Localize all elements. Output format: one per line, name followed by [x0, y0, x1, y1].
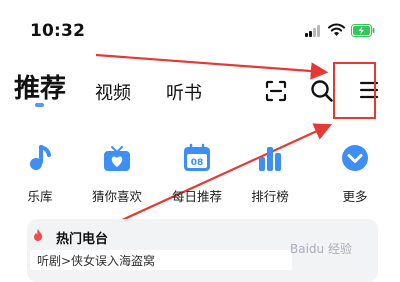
hot-radio-item-label: 听剧>侠女误入海盗窝 [37, 254, 156, 268]
category-more[interactable]: 更多 [325, 143, 385, 205]
fire-icon [34, 229, 43, 241]
tab-audiobook[interactable]: 听书 [166, 79, 202, 105]
battery-charging-icon [351, 24, 375, 37]
category-music-library[interactable]: 乐库 [10, 143, 70, 205]
tab-video[interactable]: 视频 [95, 79, 131, 105]
category-label: 更多 [342, 189, 368, 204]
search-icon[interactable] [310, 79, 334, 103]
heart-tv-icon [104, 146, 130, 171]
annotation-highlight-box [333, 62, 376, 119]
category-label: 猜你喜欢 [91, 189, 142, 204]
hot-radio-title: 热门电台 [56, 232, 109, 247]
watermark: Baidu 经验 [290, 242, 352, 256]
calendar-date-label: 08 [191, 158, 204, 168]
chevron-down-circle-icon [342, 145, 368, 171]
status-time: 10:32 [30, 21, 86, 41]
scan-icon[interactable] [265, 80, 287, 102]
category-label: 排行榜 [251, 189, 289, 204]
bar-chart-icon [259, 147, 281, 171]
wifi-icon [328, 23, 345, 36]
music-note-icon [30, 145, 51, 170]
category-charts[interactable]: 排行榜 [240, 143, 300, 205]
calendar-icon: 08 [184, 143, 210, 171]
tab-recommend[interactable]: 推荐 [14, 68, 66, 105]
category-label: 乐库 [27, 189, 53, 204]
category-label: 每日推荐 [171, 189, 222, 204]
category-daily-recommend[interactable]: 08 每日推荐 [167, 143, 227, 205]
cellular-signal-icon [305, 25, 321, 37]
category-guess-you-like[interactable]: 猜你喜欢 [87, 143, 147, 205]
active-tab-indicator [35, 103, 44, 107]
